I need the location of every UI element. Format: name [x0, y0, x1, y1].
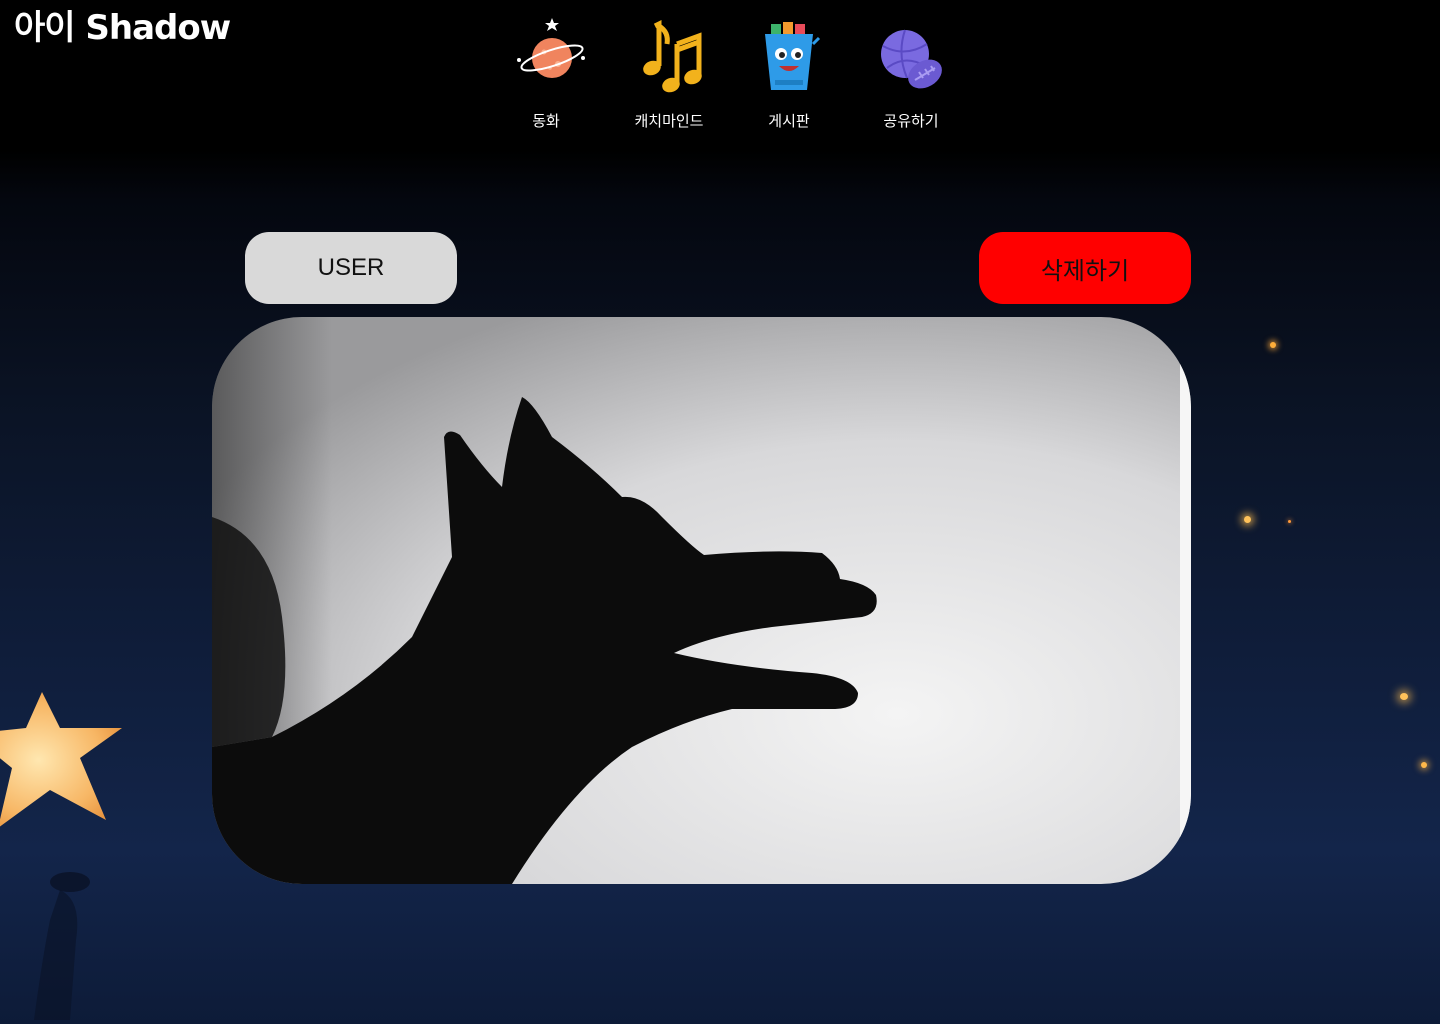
nav-item-fairytale[interactable]: 동화	[491, 14, 601, 131]
nav-label: 캐치마인드	[634, 112, 704, 130]
planet-icon	[517, 18, 585, 78]
nav-item-catchmind[interactable]: 캐치마인드	[614, 14, 724, 131]
firefly-light	[1421, 762, 1427, 768]
nav-label: 공유하기	[883, 112, 939, 130]
nav-label: 게시판	[768, 112, 810, 130]
firefly-light	[1288, 520, 1291, 523]
nav-label: 동화	[532, 112, 560, 130]
child-silhouette-decoration	[34, 872, 90, 1020]
delete-button[interactable]: 삭제하기	[979, 232, 1191, 304]
glowing-star-decoration	[0, 692, 122, 827]
balls-icon	[881, 29, 942, 89]
app-logo[interactable]: 아이 Shadow	[14, 6, 231, 50]
firefly-light	[1244, 516, 1251, 523]
main-nav: 동화 캐치마인드 게시판 공유하기	[500, 14, 960, 144]
popcorn-bucket-icon	[765, 22, 821, 90]
user-button[interactable]: USER	[245, 232, 457, 304]
hand-shadow-dog-image	[212, 317, 1191, 884]
nav-item-share[interactable]: 공유하기	[856, 14, 966, 131]
shadow-photo	[212, 317, 1191, 884]
firefly-light	[1270, 342, 1276, 348]
music-notes-icon	[643, 19, 702, 93]
firefly-light	[1400, 693, 1408, 700]
nav-item-board[interactable]: 게시판	[734, 14, 844, 131]
